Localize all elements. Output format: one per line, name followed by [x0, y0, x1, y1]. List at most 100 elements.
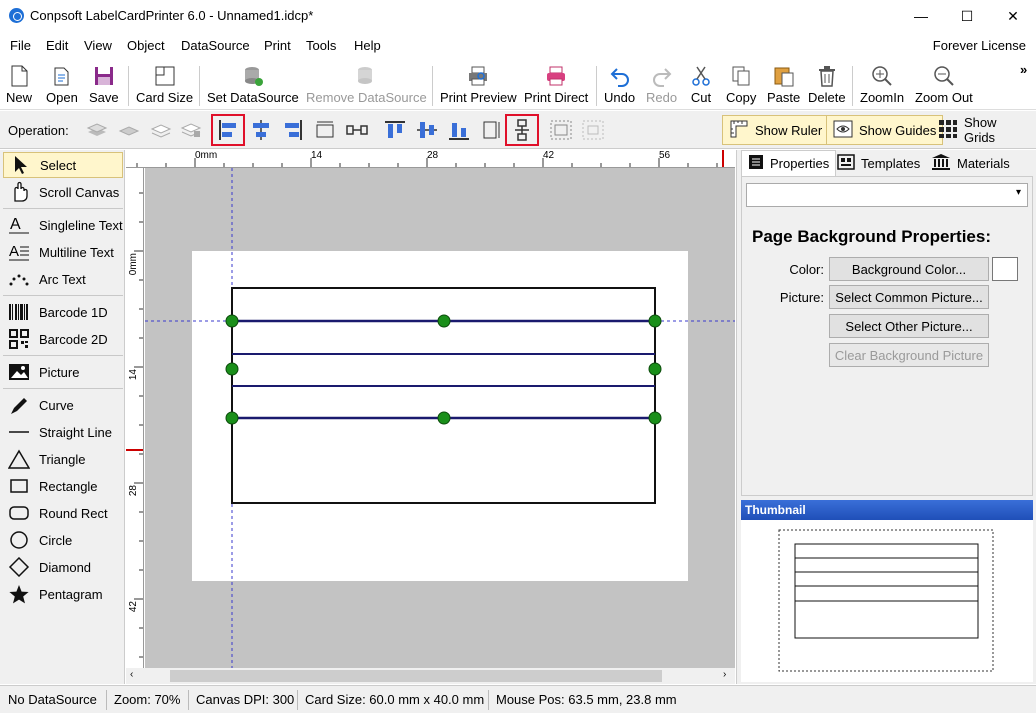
group-icon[interactable]: [548, 118, 574, 142]
select-other-picture-button[interactable]: Select Other Picture...: [829, 314, 989, 338]
redo-button[interactable]: Redo: [646, 64, 677, 108]
tool-picture[interactable]: Picture: [3, 359, 123, 385]
align-bottom-icon[interactable]: [446, 118, 472, 142]
ruler-top-label: 14: [311, 150, 323, 161]
print-preview-button[interactable]: Print Preview: [440, 64, 517, 108]
align-top-icon[interactable]: [382, 118, 408, 142]
tool-diamond[interactable]: Diamond: [3, 554, 123, 580]
selection-handle[interactable]: [648, 314, 662, 328]
new-button[interactable]: New: [6, 64, 32, 108]
distribute-horizontal-icon[interactable]: [344, 118, 370, 142]
print-direct-label: Print Direct: [524, 90, 589, 105]
tool-barcode-2d[interactable]: Barcode 2D: [3, 326, 123, 352]
tool-triangle[interactable]: Triangle: [3, 446, 123, 472]
tool-select[interactable]: Select: [3, 152, 123, 178]
menu-object[interactable]: Object: [127, 38, 165, 53]
scrollbar-thumb[interactable]: [170, 670, 662, 682]
status-separator: [297, 690, 298, 710]
background-color-button[interactable]: Background Color...: [829, 257, 989, 281]
copy-button[interactable]: Copy: [726, 64, 756, 108]
show-ruler-toggle[interactable]: Show Ruler: [722, 115, 830, 145]
minimize-button[interactable]: —: [898, 0, 944, 32]
tool-circle[interactable]: Circle: [3, 527, 123, 553]
open-button[interactable]: Open: [46, 64, 78, 108]
menu-help[interactable]: Help: [354, 38, 381, 53]
tool-barcode-1d[interactable]: Barcode 1D: [3, 299, 123, 325]
selection-handle[interactable]: [437, 411, 451, 425]
selection-handle[interactable]: [225, 411, 239, 425]
bring-front-icon[interactable]: [84, 118, 110, 142]
cut-button[interactable]: Cut: [690, 64, 712, 108]
tool-curve[interactable]: Curve: [3, 392, 123, 418]
tool-scroll-canvas[interactable]: Scroll Canvas: [3, 179, 123, 205]
paste-button[interactable]: Paste: [767, 64, 800, 108]
show-grids-toggle[interactable]: Show Grids: [932, 115, 1036, 145]
align-center-icon[interactable]: [248, 118, 274, 142]
save-button[interactable]: Save: [89, 64, 119, 108]
design-canvas[interactable]: [145, 168, 735, 668]
ruler-top-label: 0mm: [195, 150, 218, 161]
send-back-icon[interactable]: [178, 118, 204, 142]
tool-straight-line[interactable]: Straight Line: [3, 419, 123, 445]
copy-icon: [730, 64, 752, 88]
clear-background-picture-button[interactable]: Clear Background Picture: [829, 343, 989, 367]
scroll-right-icon[interactable]: ›: [723, 669, 726, 680]
thumbnail-pane[interactable]: [741, 520, 1033, 682]
same-width-icon[interactable]: [312, 118, 338, 142]
tab-properties-label: Properties: [770, 156, 830, 171]
tool-singleline-text[interactable]: A Singleline Text: [3, 212, 123, 238]
same-height-icon[interactable]: [477, 118, 503, 142]
menu-datasource[interactable]: DataSource: [181, 38, 250, 53]
cut-label: Cut: [690, 90, 712, 105]
zoom-in-button[interactable]: ZoomIn: [860, 64, 904, 108]
tool-arc-text[interactable]: Arc Text: [3, 266, 123, 292]
distribute-vertical-icon[interactable]: [505, 114, 539, 146]
selection-handle[interactable]: [648, 411, 662, 425]
tool-arc-label: Arc Text: [39, 271, 86, 287]
align-left-icon[interactable]: [211, 114, 245, 146]
close-button[interactable]: ✕: [990, 0, 1036, 32]
selection-handle[interactable]: [225, 314, 239, 328]
scroll-left-icon[interactable]: ‹: [130, 669, 133, 680]
menu-tools[interactable]: Tools: [306, 38, 336, 53]
selection-handle[interactable]: [437, 314, 451, 328]
toolbar-overflow-button[interactable]: »: [1020, 62, 1027, 77]
selection-handle[interactable]: [648, 362, 662, 376]
menu-print[interactable]: Print: [264, 38, 291, 53]
tool-pentagram[interactable]: Pentagram: [3, 581, 123, 607]
remove-datasource-button[interactable]: Remove DataSource: [306, 64, 427, 108]
show-guides-toggle[interactable]: Show Guides: [826, 115, 944, 145]
new-label: New: [6, 90, 33, 105]
toolbox-separator: [3, 295, 123, 296]
card-size-button[interactable]: Card Size: [136, 64, 193, 108]
object-selector-dropdown[interactable]: ▾: [746, 183, 1028, 207]
send-backward-icon[interactable]: [148, 118, 174, 142]
tab-properties[interactable]: Properties: [741, 150, 837, 176]
menu-file[interactable]: File: [10, 38, 31, 53]
background-color-swatch[interactable]: [992, 257, 1018, 281]
bring-forward-icon[interactable]: [116, 118, 142, 142]
undo-button[interactable]: Undo: [604, 64, 635, 108]
print-direct-button[interactable]: Print Direct: [524, 64, 588, 108]
ungroup-icon[interactable]: [580, 118, 606, 142]
save-label: Save: [89, 90, 119, 105]
menu-edit[interactable]: Edit: [46, 38, 68, 53]
select-common-picture-button[interactable]: Select Common Picture...: [829, 285, 989, 309]
arc-text-icon: [7, 268, 31, 290]
tool-rectangle[interactable]: Rectangle: [3, 473, 123, 499]
tab-templates[interactable]: Templates: [831, 150, 926, 176]
selection-handle[interactable]: [225, 362, 239, 376]
delete-button[interactable]: Delete: [808, 64, 846, 108]
align-middle-icon[interactable]: [414, 118, 440, 142]
align-right-icon[interactable]: [279, 118, 305, 142]
zoom-out-button[interactable]: Zoom Out: [915, 64, 973, 108]
color-label: Color:: [789, 262, 824, 277]
scissors-icon: [690, 64, 712, 88]
tab-materials[interactable]: Materials: [925, 150, 1016, 176]
tool-round-rect[interactable]: Round Rect: [3, 500, 123, 526]
set-datasource-button[interactable]: Set DataSource: [207, 64, 299, 108]
horizontal-scrollbar[interactable]: ‹ ›: [126, 668, 735, 684]
tool-multiline-text[interactable]: A Multiline Text: [3, 239, 123, 265]
menu-view[interactable]: View: [84, 38, 112, 53]
maximize-button[interactable]: ☐: [944, 0, 990, 32]
